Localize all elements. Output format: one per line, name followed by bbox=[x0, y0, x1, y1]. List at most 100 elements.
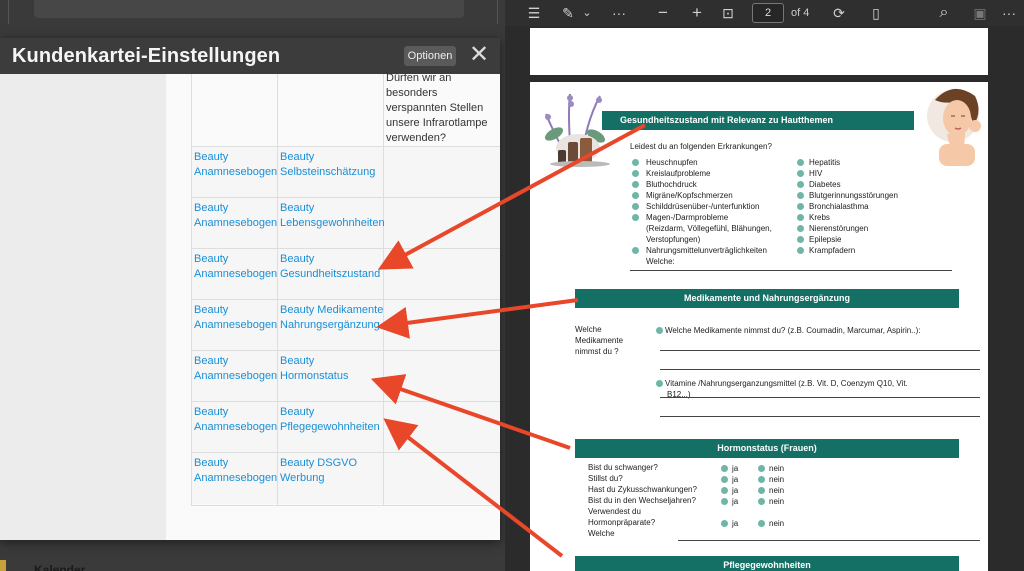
form-name-link[interactable]: Beauty DSGVO Werbung bbox=[280, 456, 357, 486]
radio-ja[interactable] bbox=[721, 476, 728, 483]
background-calendar-label[interactable]: Kalender bbox=[34, 563, 85, 571]
options-button[interactable]: Optionen bbox=[404, 46, 456, 66]
link-line: Beauty bbox=[280, 202, 315, 214]
link-line: Gesundheitszustand bbox=[280, 268, 381, 280]
zoom-out-icon[interactable]: − bbox=[655, 4, 671, 22]
bullet-dot bbox=[797, 225, 804, 232]
radio-nein[interactable] bbox=[758, 465, 765, 472]
bullet-dot bbox=[797, 170, 804, 177]
close-icon[interactable]: ✕ bbox=[468, 43, 490, 67]
header-question-line: Dürfen wir an bbox=[386, 72, 452, 84]
bullet-dot bbox=[632, 192, 639, 199]
nein-label: nein bbox=[769, 486, 785, 495]
radio-ja[interactable] bbox=[721, 487, 728, 494]
answer-line bbox=[660, 416, 980, 417]
form-category-link[interactable]: Beauty Anamnesebogen bbox=[194, 456, 277, 486]
disease-item: Krampfadern bbox=[809, 246, 856, 255]
answer-line bbox=[660, 397, 980, 398]
disease-item: Blutgerinnungsstörungen bbox=[809, 191, 898, 200]
table-divider bbox=[277, 74, 278, 506]
label-line: nimmst du ? bbox=[575, 347, 619, 356]
section-header-hormon: Hormonstatus (Frauen) bbox=[575, 439, 959, 458]
answer-line bbox=[678, 540, 980, 541]
zoom-in-icon[interactable]: + bbox=[689, 4, 705, 22]
bullet-dot bbox=[632, 247, 639, 254]
ja-label: ja bbox=[732, 497, 739, 506]
pdf-toolbar: ☰ ✎ ⌄ ··· − + ⊡ 2 of 4 ⟳ ▯ ⌕ ▣ ··· bbox=[505, 0, 1024, 26]
more-icon[interactable]: ··· bbox=[609, 4, 629, 22]
hormon-question: Bist du schwanger? bbox=[588, 463, 658, 472]
form-name-link[interactable]: Beauty Medikamente Nahrungsergänzung bbox=[280, 303, 383, 333]
disease-item: HIV bbox=[809, 169, 823, 178]
answer-line bbox=[660, 369, 980, 370]
search-icon[interactable]: ⌕ bbox=[935, 4, 953, 22]
radio-ja[interactable] bbox=[721, 465, 728, 472]
header-question-line: verspannten Stellen bbox=[386, 102, 484, 114]
disease-item: Diabetes bbox=[809, 180, 841, 189]
radio-nein[interactable] bbox=[758, 487, 765, 494]
disease-item: Epilepsie bbox=[809, 235, 842, 244]
question-text: Welche Medikamente nimmst du? (z.B. Coum… bbox=[665, 326, 921, 335]
bullet-dot bbox=[656, 327, 663, 334]
form-category-link[interactable]: Beauty Anamnesebogen bbox=[194, 150, 277, 180]
more-icon[interactable]: ··· bbox=[999, 4, 1019, 22]
chevron-down-icon[interactable]: ⌄ bbox=[581, 4, 593, 22]
form-category-link[interactable]: Beauty Anamnesebogen bbox=[194, 405, 277, 435]
link-line: Beauty bbox=[280, 406, 315, 418]
radio-ja[interactable] bbox=[721, 498, 728, 505]
question-text: Leidest du an folgenden Erkrankungen? bbox=[630, 142, 772, 151]
link-line: Anamnesebogen bbox=[194, 472, 278, 484]
bullet-dot bbox=[797, 214, 804, 221]
header-question-line: unsere Infrarotlampe bbox=[386, 117, 488, 129]
nein-label: nein bbox=[769, 519, 785, 528]
woman-illustration bbox=[927, 88, 981, 166]
hormon-question: Stillst du? bbox=[588, 474, 623, 483]
label-line: Medikamente bbox=[575, 336, 624, 345]
page-number-input[interactable]: 2 bbox=[752, 3, 784, 23]
link-line: Beauty bbox=[280, 355, 315, 367]
form-category-link[interactable]: Beauty Anamnesebogen bbox=[194, 252, 277, 282]
rotate-icon[interactable]: ⟳ bbox=[830, 4, 848, 22]
form-category-link[interactable]: Beauty Anamnesebogen bbox=[194, 354, 277, 384]
form-name-link[interactable]: Beauty Selbsteinschätzung bbox=[280, 150, 375, 180]
pdf-page: Gesundheitszustand mit Relevanz zu Hautt… bbox=[530, 82, 988, 571]
section-header-medikamente: Medikamente und Nahrungsergänzung bbox=[575, 289, 959, 308]
form-name-link[interactable]: Beauty Hormonstatus bbox=[280, 354, 348, 384]
table-divider bbox=[191, 299, 500, 300]
hormon-question: Hormonpräparate? bbox=[588, 518, 656, 527]
question-line: Vitamine /Nahrungserganzungsmittel (z.B.… bbox=[665, 379, 908, 388]
form-category-link[interactable]: Beauty Anamnesebogen bbox=[194, 303, 277, 333]
table-divider bbox=[191, 74, 192, 506]
radio-nein[interactable] bbox=[758, 520, 765, 527]
list-icon[interactable]: ☰ bbox=[525, 4, 543, 22]
link-line: Beauty DSGVO bbox=[280, 457, 358, 469]
form-name-link[interactable]: Beauty Pflegegewohnheiten bbox=[280, 405, 380, 435]
radio-nein[interactable] bbox=[758, 498, 765, 505]
radio-ja[interactable] bbox=[721, 520, 728, 527]
hormon-question: Verwendest du bbox=[588, 507, 641, 516]
pdf-viewer: ☰ ✎ ⌄ ··· − + ⊡ 2 of 4 ⟳ ▯ ⌕ ▣ ··· Gesun… bbox=[505, 0, 1024, 571]
disease-item: Krebs bbox=[809, 213, 830, 222]
radio-nein[interactable] bbox=[758, 476, 765, 483]
form-name-link[interactable]: Beauty Lebensgewohnheiten bbox=[280, 201, 385, 231]
link-line: Beauty Medikamente bbox=[280, 304, 384, 316]
link-line: Beauty bbox=[280, 151, 315, 163]
save-icon[interactable]: ▣ bbox=[971, 4, 989, 22]
two-page-icon[interactable]: ▯ bbox=[867, 4, 885, 22]
bullet-dot bbox=[632, 203, 639, 210]
form-category-link[interactable]: Beauty Anamnesebogen bbox=[194, 201, 277, 231]
bullet-dot bbox=[632, 170, 639, 177]
header-question: Dürfen wir an besonders verspannten Stel… bbox=[386, 71, 498, 146]
form-name-link[interactable]: Beauty Gesundheitszustand bbox=[280, 252, 380, 282]
table-divider bbox=[191, 505, 500, 506]
link-line: Selbsteinschätzung bbox=[280, 166, 376, 178]
section-header-pflege: Pflegegewohnheiten bbox=[575, 556, 959, 571]
draw-icon[interactable]: ✎ bbox=[559, 4, 577, 22]
link-line: Beauty bbox=[194, 457, 229, 469]
pdf-page bbox=[530, 28, 988, 75]
link-line: Pflegegewohnheiten bbox=[280, 421, 380, 433]
link-line: Anamnesebogen bbox=[194, 217, 278, 229]
table-divider bbox=[191, 350, 500, 351]
fit-page-icon[interactable]: ⊡ bbox=[719, 4, 737, 22]
bullet-dot bbox=[632, 159, 639, 166]
